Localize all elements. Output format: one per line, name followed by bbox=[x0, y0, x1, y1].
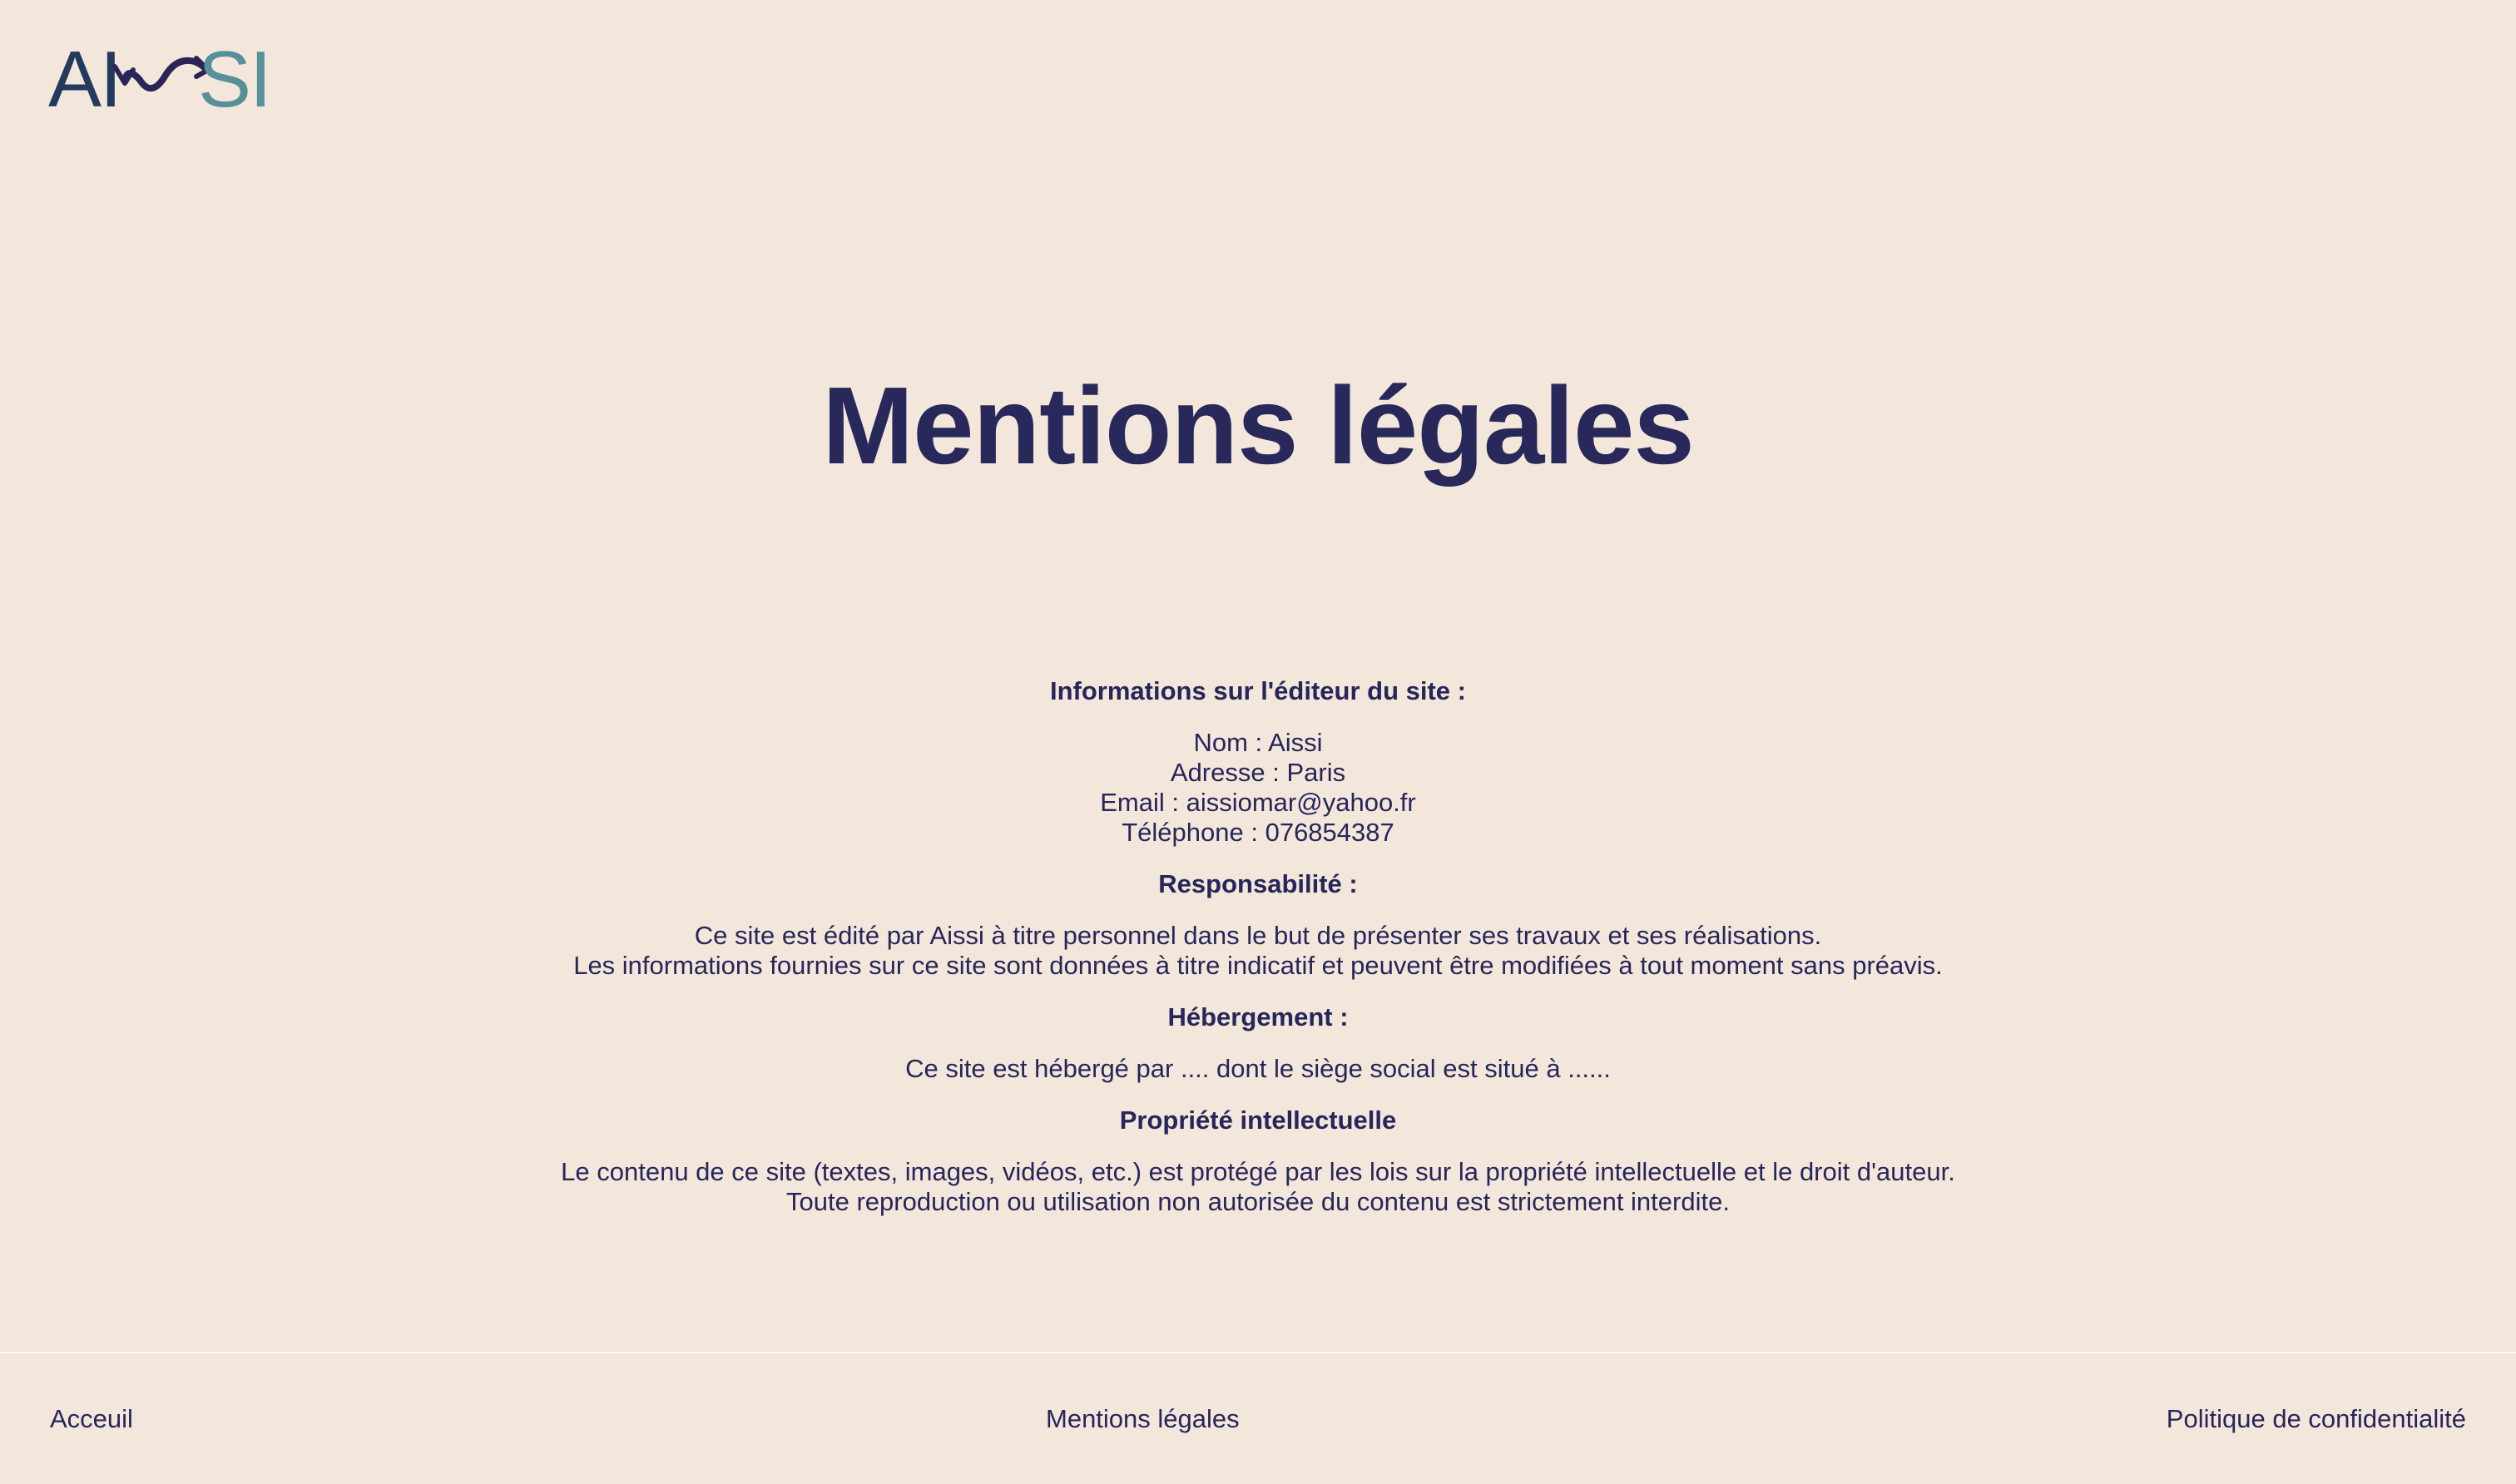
section-intellectual-property: Propriété intellectuelle Le contenu de c… bbox=[0, 1106, 2516, 1217]
section-line: Le contenu de ce site (textes, images, v… bbox=[561, 1157, 1955, 1186]
section-body: Nom : Aissi Adresse : Paris Email : aiss… bbox=[0, 728, 2516, 848]
legal-content: Informations sur l'éditeur du site : Nom… bbox=[0, 676, 2516, 1239]
section-heading: Responsabilité : bbox=[1158, 869, 1358, 898]
footer-link-legal[interactable]: Mentions légales bbox=[1046, 1404, 1240, 1434]
footer-link-privacy[interactable]: Politique de confidentialité bbox=[2167, 1404, 2466, 1434]
section-line: Toute reproduction ou utilisation non au… bbox=[786, 1187, 1730, 1216]
editor-name: Nom : Aissi bbox=[1193, 728, 1323, 757]
section-line: Ce site est édité par Aissi à titre pers… bbox=[694, 921, 1822, 950]
editor-phone: Téléphone : 076854387 bbox=[1122, 818, 1394, 847]
section-responsibility: Responsabilité : Ce site est édité par A… bbox=[0, 869, 2516, 981]
logo-text-left: AI bbox=[48, 37, 121, 116]
section-heading: Hébergement : bbox=[1167, 1002, 1349, 1031]
logo-swoosh bbox=[121, 57, 210, 92]
section-body: Ce site est édité par Aissi à titre pers… bbox=[0, 921, 2516, 981]
section-heading: Informations sur l'éditeur du site : bbox=[1050, 676, 1466, 705]
logo-text-right: SI bbox=[198, 37, 265, 116]
section-body: Ce site est hébergé par .... dont le siè… bbox=[0, 1054, 2516, 1084]
section-line: Les informations fournies sur ce site so… bbox=[573, 951, 1943, 980]
editor-address: Adresse : Paris bbox=[1170, 758, 1346, 787]
page-title: Mentions légales bbox=[822, 364, 1695, 487]
editor-email: Email : aissiomar@yahoo.fr bbox=[1100, 788, 1416, 817]
section-hosting: Hébergement : Ce site est hébergé par ..… bbox=[0, 1002, 2516, 1084]
footer-link-home[interactable]: Acceuil bbox=[50, 1404, 133, 1434]
footer-divider bbox=[0, 1352, 2516, 1353]
section-line: Ce site est hébergé par .... dont le siè… bbox=[905, 1054, 1611, 1083]
site-logo[interactable]: AI SI bbox=[48, 37, 265, 116]
section-heading: Propriété intellectuelle bbox=[1119, 1106, 1397, 1135]
section-editor-info: Informations sur l'éditeur du site : Nom… bbox=[0, 676, 2516, 848]
aissi-logo-icon: AI SI bbox=[48, 37, 265, 116]
section-body: Le contenu de ce site (textes, images, v… bbox=[0, 1157, 2516, 1217]
